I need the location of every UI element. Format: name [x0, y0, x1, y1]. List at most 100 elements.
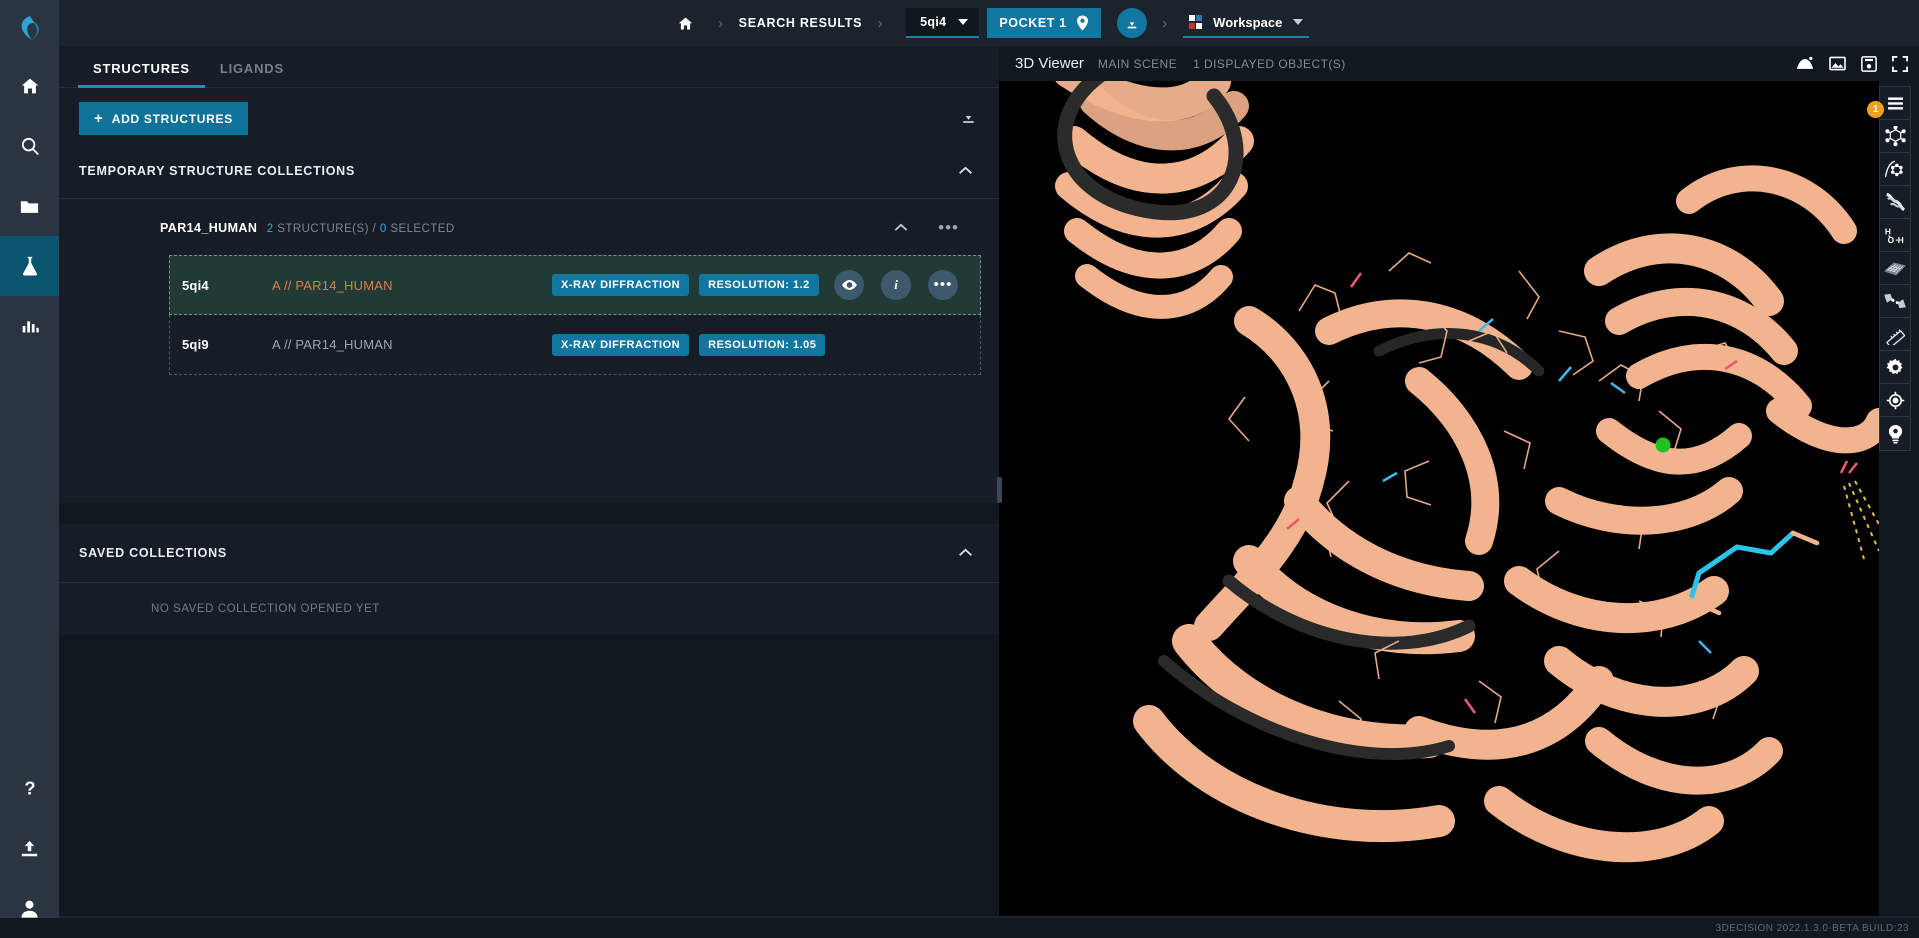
eye-icon	[841, 280, 857, 290]
ribbon-button[interactable]	[1880, 186, 1910, 219]
protein-structure-render	[999, 81, 1879, 916]
pocket-button-label: POCKET 1	[999, 16, 1067, 30]
sidebar-item-structures[interactable]	[0, 236, 59, 296]
sidebar-item-search[interactable]	[0, 116, 59, 176]
collection-header: PAR14_HUMAN 2 STRUCTURE(S) / 0 SELECTED …	[59, 199, 999, 255]
top-navigation-bar: › SEARCH RESULTS › 5qi4 POCKET 1 › Works…	[59, 0, 1919, 46]
chevron-down-icon	[1293, 19, 1304, 25]
viewer-header: 3D Viewer MAIN SCENE 1 DISPLAYED OBJECT(…	[999, 46, 1919, 81]
ligand-pocket-button[interactable]	[1880, 153, 1910, 186]
collection-actions: •••	[890, 215, 959, 241]
chevron-up-icon	[894, 223, 908, 231]
breadcrumb-label: SEARCH RESULTS	[738, 16, 863, 30]
tab-structures[interactable]: STRUCTURES	[78, 61, 205, 88]
home-icon	[679, 17, 693, 29]
panel-tabs: STRUCTURES LIGANDS	[59, 46, 999, 88]
saved-collections-title: SAVED COLLECTIONS	[79, 546, 227, 560]
menu-icon	[1887, 96, 1903, 110]
table-row[interactable]: 5qi4 A // PAR14_HUMAN X-RAY DIFFRACTION …	[169, 255, 981, 315]
metal-ion	[1655, 437, 1671, 453]
structure-badges: X-RAY DIFFRACTION RESOLUTION: 1.2	[552, 274, 819, 296]
add-structures-button[interactable]: + ADD STRUCTURES	[79, 102, 248, 135]
table-row[interactable]: 5qi9 A // PAR14_HUMAN X-RAY DIFFRACTION …	[169, 315, 981, 375]
lighting-button[interactable]	[1880, 417, 1910, 450]
temporary-collections-collapse-button[interactable]	[954, 158, 977, 184]
menu-button[interactable]: 1	[1867, 87, 1910, 120]
save-icon[interactable]	[1861, 55, 1877, 72]
collection-title-group: PAR14_HUMAN 2 STRUCTURE(S) / 0 SELECTED	[160, 219, 455, 237]
visibility-button[interactable]	[834, 270, 864, 300]
help-icon: ?	[24, 777, 35, 798]
pocket-button[interactable]: POCKET 1	[987, 8, 1101, 38]
water-icon: H O H	[1885, 226, 1904, 244]
ligand-pocket-icon	[1884, 160, 1903, 178]
info-icon: i	[894, 277, 898, 292]
panel-empty-space	[59, 635, 999, 938]
user-icon	[21, 900, 38, 918]
list-bottom-space	[59, 375, 999, 503]
sidebar-item-home[interactable]	[0, 56, 59, 116]
tab-ligands-label: LIGANDS	[219, 61, 284, 76]
download-icon	[963, 109, 974, 123]
workspace-label: Workspace	[1213, 14, 1283, 30]
collection-count-label: STRUCTURE(S) /	[277, 223, 377, 235]
viewer-toolbar: 1 H O H	[1867, 86, 1911, 451]
settings-button[interactable]	[1880, 351, 1910, 384]
structure-select[interactable]: 5qi4	[906, 8, 980, 38]
add-structures-label: ADD STRUCTURES	[111, 111, 233, 126]
structure-pdb-id: 5qi4	[182, 277, 209, 293]
saved-collections-header[interactable]: SAVED COLLECTIONS	[59, 524, 999, 582]
interaction-button[interactable]	[1880, 285, 1910, 318]
saved-collections-collapse-button[interactable]	[954, 540, 977, 566]
sidebar-item-import[interactable]	[0, 818, 59, 878]
center-target-button[interactable]	[1880, 384, 1910, 417]
collection-meta: 2 STRUCTURE(S) / 0 SELECTED	[267, 223, 455, 235]
sidebar-item-analytics[interactable]	[0, 296, 59, 356]
viewer-scene-label: MAIN SCENE	[1097, 56, 1178, 71]
more-button[interactable]: •••	[928, 270, 958, 300]
water-button[interactable]: H O H	[1880, 219, 1910, 252]
fullscreen-icon[interactable]	[1892, 55, 1908, 72]
image-icon[interactable]	[1829, 56, 1846, 71]
download-structure-button[interactable]	[1116, 8, 1147, 38]
download-collection-button[interactable]	[960, 108, 977, 130]
info-button[interactable]: i	[881, 270, 911, 300]
molecule-icon	[1884, 125, 1906, 146]
map-pin-icon	[1076, 15, 1088, 31]
sidebar-item-help[interactable]: ?	[0, 758, 59, 818]
workspace-select[interactable]: Workspace	[1182, 8, 1310, 38]
interaction-icon	[1884, 293, 1906, 309]
molecular-canvas[interactable]	[999, 81, 1879, 916]
panel-resize-handle[interactable]	[997, 477, 1002, 503]
lightbulb-icon	[1888, 424, 1902, 444]
collection-name: PAR14_HUMAN	[160, 221, 258, 235]
status-badge-resolution: RESOLUTION: 1.2	[699, 274, 819, 296]
breadcrumb-separator-3: ›	[1162, 14, 1168, 32]
notification-badge: 1	[1867, 101, 1884, 118]
collection-collapse-button[interactable]	[890, 215, 912, 241]
viewpoint-icon[interactable]	[1796, 56, 1814, 71]
application-root: ? › SEARCH RESULTS › 5qi4 POCKET 1 › Wor…	[0, 0, 1919, 938]
app-logo[interactable]	[0, 0, 59, 56]
chevron-up-icon	[959, 548, 972, 556]
molecule-button[interactable]	[1880, 120, 1910, 153]
structures-panel: STRUCTURES LIGANDS + ADD STRUCTURES TEMP…	[59, 46, 999, 938]
surface-button[interactable]	[1880, 252, 1910, 285]
breadcrumb-search-results[interactable]: SEARCH RESULTS	[739, 16, 862, 30]
saved-collections-empty-text: NO SAVED COLLECTION OPENED YET	[151, 603, 380, 615]
svg-text:H: H	[1898, 234, 1904, 244]
temporary-collections-header[interactable]: TEMPORARY STRUCTURE COLLECTIONS	[59, 149, 999, 198]
tab-ligands[interactable]: LIGANDS	[205, 61, 299, 87]
chevron-down-icon	[958, 19, 969, 25]
folder-icon	[20, 200, 39, 213]
chart-bar-icon	[22, 321, 39, 333]
status-badge-method: X-RAY DIFFRACTION	[552, 274, 690, 296]
breadcrumb-home-button[interactable]	[669, 6, 703, 40]
ruler-icon	[1885, 328, 1905, 345]
viewer-title: 3D Viewer	[1015, 55, 1084, 72]
collection-more-button[interactable]: •••	[938, 219, 959, 236]
ruler-button[interactable]	[1880, 318, 1910, 351]
chevron-up-icon	[959, 166, 972, 174]
plus-icon: +	[94, 110, 103, 127]
sidebar-item-projects[interactable]	[0, 176, 59, 236]
